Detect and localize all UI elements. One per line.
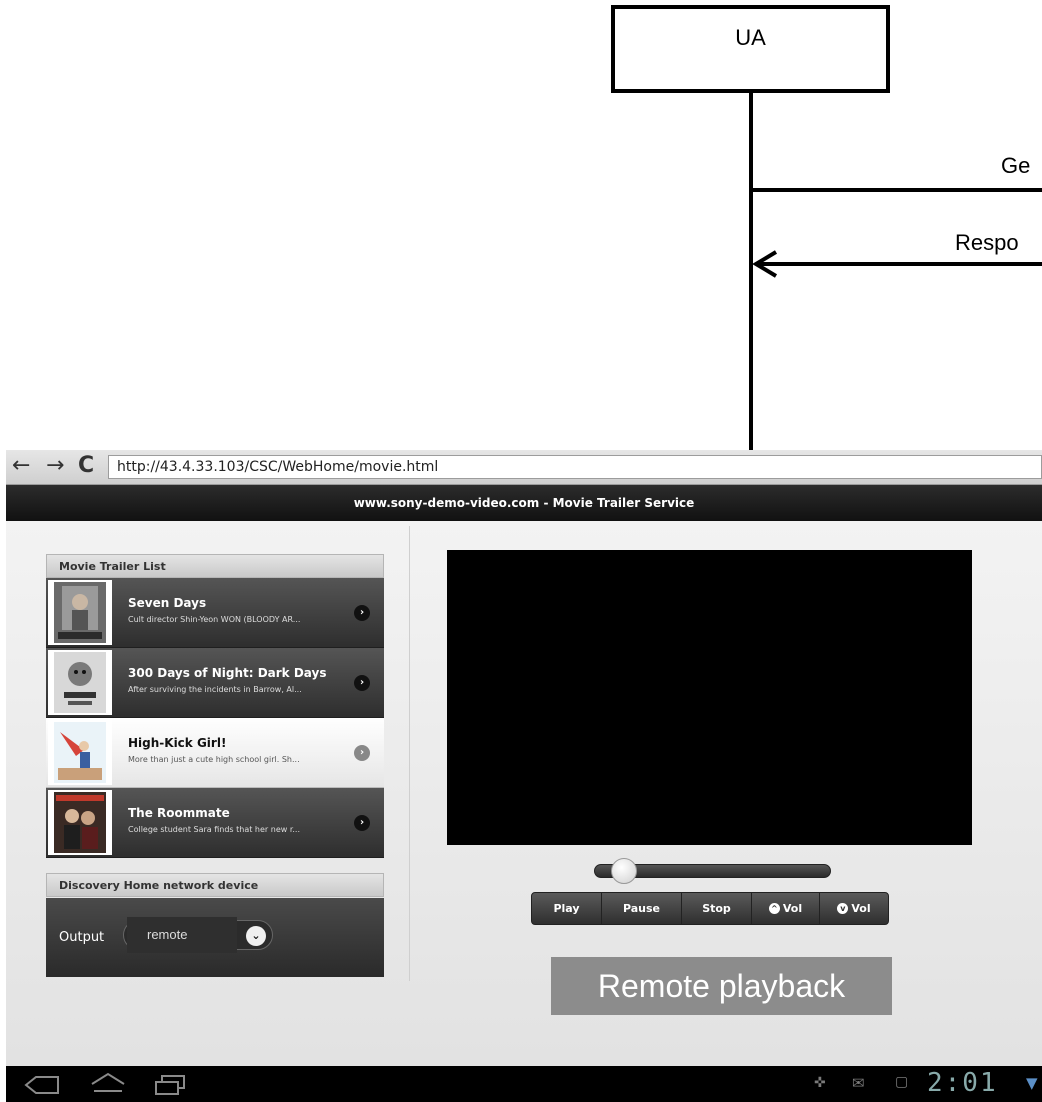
poster-high-kick-girl (48, 720, 112, 785)
response-message-label: Respo (955, 230, 1019, 255)
movie-description: More than just a cute high school girl. … (128, 755, 300, 764)
movie-item-seven-days[interactable]: Seven Days Cult director Shin-Yeon WON (… (46, 578, 384, 648)
chevron-right-icon[interactable]: › (354, 675, 370, 691)
poster-image (54, 652, 106, 713)
usb-icon: ✜ (814, 1075, 826, 1091)
poster-image (54, 722, 106, 783)
output-label: Output (59, 930, 105, 945)
get-message-arrow (751, 188, 1042, 192)
gmail-icon: ✉ (852, 1074, 865, 1092)
volume-down-button[interactable]: v Vol (820, 893, 888, 924)
response-arrowhead-icon (752, 250, 778, 278)
column-divider (409, 526, 410, 981)
system-clock: 2:01 (927, 1068, 998, 1098)
system-navigation-bar: ✜ ✉ ▢ 2:01 ▼ (6, 1066, 1042, 1102)
movie-title: Seven Days (128, 596, 207, 610)
chevron-up-icon: ^ (768, 903, 780, 914)
movie-title: 300 Days of Night: Dark Days (128, 666, 327, 680)
poster-seven-days (48, 580, 112, 645)
home-icon[interactable] (88, 1072, 128, 1096)
back-arrow-icon[interactable]: ← (12, 454, 30, 478)
poster-the-roommate (48, 790, 112, 855)
discovery-panel-title: Discovery Home network device (46, 873, 384, 897)
poster-image (54, 792, 106, 853)
url-field[interactable]: http://43.4.33.103/CSC/WebHome/movie.htm… (108, 455, 1042, 479)
stop-button[interactable]: Stop (682, 893, 752, 924)
volume-up-button[interactable]: ^ Vol (752, 893, 820, 924)
movie-title: High-Kick Girl! (128, 736, 227, 750)
chevron-right-icon[interactable]: › (354, 605, 370, 621)
output-select-value[interactable]: remote (127, 917, 237, 953)
poster-image (54, 582, 106, 643)
response-message-arrow (757, 262, 1042, 266)
movie-item-the-roommate[interactable]: The Roommate College student Sara finds … (46, 788, 384, 858)
forward-arrow-icon[interactable]: → (46, 454, 64, 478)
volume-up-label: Vol (782, 902, 803, 915)
chevron-down-icon[interactable]: ⌄ (246, 926, 266, 946)
back-icon[interactable] (24, 1075, 60, 1095)
pause-button[interactable]: Pause (602, 893, 682, 924)
movie-item-high-kick-girl[interactable]: High-Kick Girl! More than just a cute hi… (46, 718, 384, 788)
browser-toolbar: ← → C http://43.4.33.103/CSC/WebHome/mov… (6, 450, 1042, 485)
site-header: www.sony-demo-video.com - Movie Trailer … (6, 485, 1042, 521)
wifi-icon: ▼ (1026, 1074, 1038, 1092)
poster-300-days-of-night (48, 650, 112, 715)
recent-apps-icon[interactable] (152, 1074, 188, 1096)
movie-description: After surviving the incidents in Barrow,… (128, 685, 302, 694)
chevron-down-icon: v (837, 903, 849, 914)
ua-participant-label: UA (735, 25, 766, 50)
get-message-label: Ge (1001, 153, 1031, 178)
reload-icon[interactable]: C (78, 454, 94, 478)
movie-title: The Roommate (128, 806, 230, 820)
movie-description: College student Sara finds that her new … (128, 825, 301, 834)
movie-item-300-days-of-night[interactable]: 300 Days of Night: Dark Days After survi… (46, 648, 384, 718)
seek-bar-thumb[interactable] (610, 858, 637, 884)
tablet-screenshot: ← → C http://43.4.33.103/CSC/WebHome/mov… (6, 450, 1042, 1102)
movie-list-title: Movie Trailer List (46, 554, 384, 578)
calendar-icon: ▢ (895, 1074, 909, 1090)
playback-controls: Play Pause Stop ^ Vol v Vol (531, 892, 889, 925)
movie-description: Cult director Shin-Yeon WON (BLOODY AR..… (128, 615, 301, 624)
movie-list: Seven Days Cult director Shin-Yeon WON (… (46, 578, 384, 858)
volume-down-label: Vol (851, 902, 871, 915)
discovery-panel: Output remote ⌄ (46, 898, 384, 977)
remote-playback-label: Remote playback (551, 957, 892, 1015)
chevron-right-icon[interactable]: › (354, 745, 370, 761)
play-button[interactable]: Play (532, 893, 602, 924)
video-player[interactable] (447, 550, 972, 845)
ua-participant-box: UA (611, 5, 890, 93)
chevron-right-icon[interactable]: › (354, 815, 370, 831)
